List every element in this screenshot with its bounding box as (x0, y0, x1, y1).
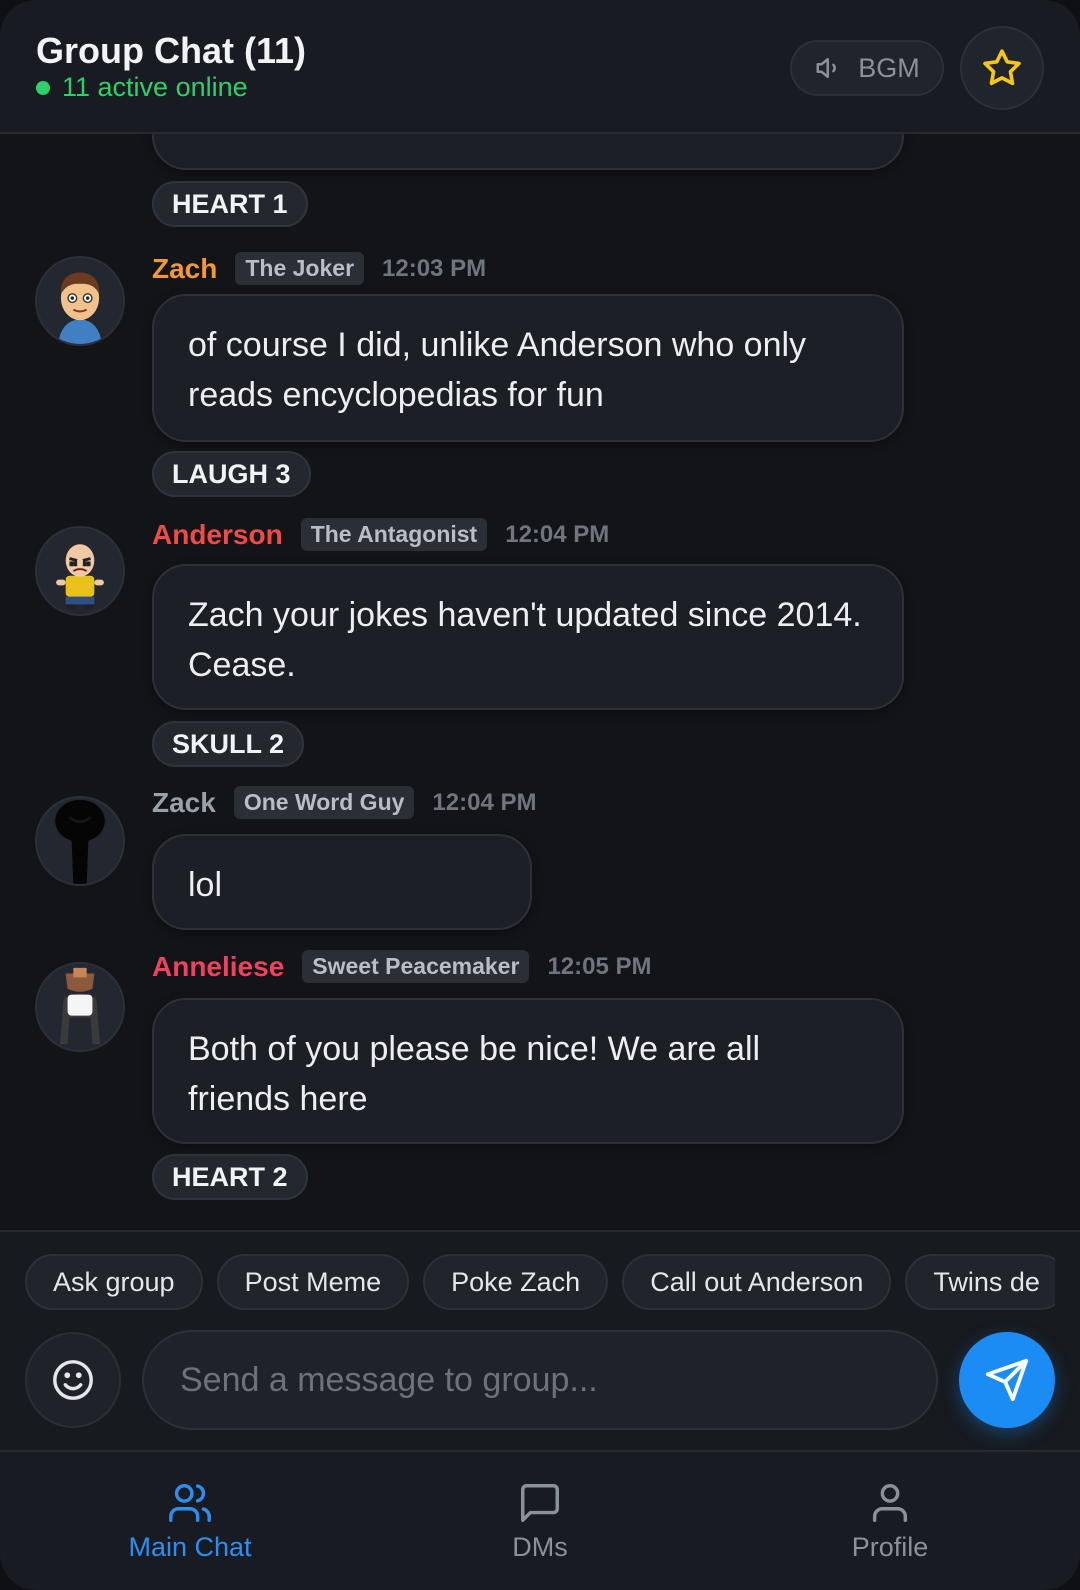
users-icon (169, 1484, 211, 1522)
sender-name[interactable]: Zach (152, 253, 217, 285)
message-meta: Anderson The Antagonist 12:04 PM (152, 518, 609, 551)
favorite-button[interactable] (960, 26, 1044, 110)
message-time: 12:04 PM (505, 520, 610, 548)
online-dot-icon (36, 80, 50, 95)
sender-role-badge: The Joker (235, 252, 365, 285)
sender-role-badge: One Word Guy (233, 786, 415, 819)
message-time: 12:03 PM (382, 254, 487, 282)
avatar-anneliese[interactable] (35, 962, 125, 1052)
anneliese-avatar-icon (37, 964, 123, 1050)
avatar-zach[interactable] (35, 256, 125, 346)
reaction-badge[interactable]: HEART 1 (152, 181, 308, 227)
quick-action-chip[interactable]: Post Meme (216, 1254, 410, 1310)
nav-label: DMs (512, 1532, 568, 1562)
quick-action-bar[interactable]: Ask group Post Meme Poke Zach Call out Ande… (25, 1254, 1055, 1312)
nav-label: Profile (851, 1532, 929, 1562)
online-status-text: 11 active online (62, 72, 248, 102)
message-meta: Anneliese Sweet Peacemaker 12:05 PM (152, 950, 652, 983)
message-square-icon (521, 1484, 559, 1522)
star-icon (983, 49, 1021, 86)
nav-label: Main Chat (128, 1532, 252, 1562)
bottom-nav: Main Chat DMs Profile (0, 1450, 1080, 1590)
bgm-button[interactable]: BGM (790, 40, 944, 96)
quick-action-chip[interactable]: Twins de (905, 1254, 1055, 1310)
quick-action-chip[interactable]: Call out Anderson (622, 1254, 892, 1310)
bgm-label: BGM (858, 52, 920, 83)
sender-role-badge: The Antagonist (300, 518, 488, 551)
message-input[interactable] (142, 1330, 938, 1430)
message-bubble[interactable]: Zach your jokes haven't updated since 20… (152, 564, 904, 710)
zack-avatar-icon (37, 798, 123, 884)
message-meta: Zack One Word Guy 12:04 PM (152, 786, 536, 819)
message-list[interactable]: HEART 1 Zach The Joker 12:03 PM of cours… (0, 134, 1080, 1230)
online-status: 11 active online (36, 72, 248, 103)
message-bubble[interactable]: of course I did, unlike Anderson who onl… (152, 294, 904, 442)
chat-title: Group Chat (11) (36, 30, 307, 71)
quick-action-chip[interactable]: Ask group (25, 1254, 203, 1310)
sender-name[interactable]: Anneliese (152, 951, 284, 983)
quick-action-chip[interactable]: Poke Zach (423, 1254, 609, 1310)
avatar-zack[interactable] (35, 796, 125, 886)
emoji-button[interactable] (25, 1332, 121, 1428)
message-time: 12:05 PM (547, 952, 652, 980)
user-icon (872, 1484, 908, 1522)
speaker-icon (816, 58, 837, 78)
message-time: 12:04 PM (432, 788, 537, 816)
sender-name[interactable]: Anderson (152, 519, 283, 551)
send-button[interactable] (959, 1332, 1055, 1428)
message-meta: Zach The Joker 12:03 PM (152, 252, 486, 285)
composer-area: Ask group Post Meme Poke Zach Call out Ande… (0, 1230, 1080, 1450)
nav-dms[interactable]: DMs (390, 1480, 690, 1563)
sender-name[interactable]: Zack (152, 787, 216, 819)
send-icon (985, 1358, 1029, 1402)
reaction-badge[interactable]: HEART 2 (152, 1154, 308, 1200)
zach-avatar-icon (37, 258, 123, 344)
avatar-anderson[interactable] (35, 526, 125, 616)
reaction-badge[interactable]: LAUGH 3 (152, 451, 311, 497)
message-bubble[interactable]: Both of you please be nice! We are all f… (152, 998, 904, 1144)
smiley-icon (53, 1360, 93, 1400)
anderson-avatar-icon (37, 528, 123, 614)
chat-app: Group Chat (11) 11 active online BGM HEA… (0, 0, 1080, 1590)
chat-header: Group Chat (11) 11 active online BGM (0, 0, 1080, 134)
nav-main-chat[interactable]: Main Chat (40, 1480, 340, 1563)
sender-role-badge: Sweet Peacemaker (302, 950, 530, 983)
reaction-badge[interactable]: SKULL 2 (152, 721, 305, 767)
message-bubble[interactable]: lol (152, 834, 532, 930)
message-bubble-previous (152, 134, 904, 170)
nav-profile[interactable]: Profile (740, 1480, 1040, 1563)
